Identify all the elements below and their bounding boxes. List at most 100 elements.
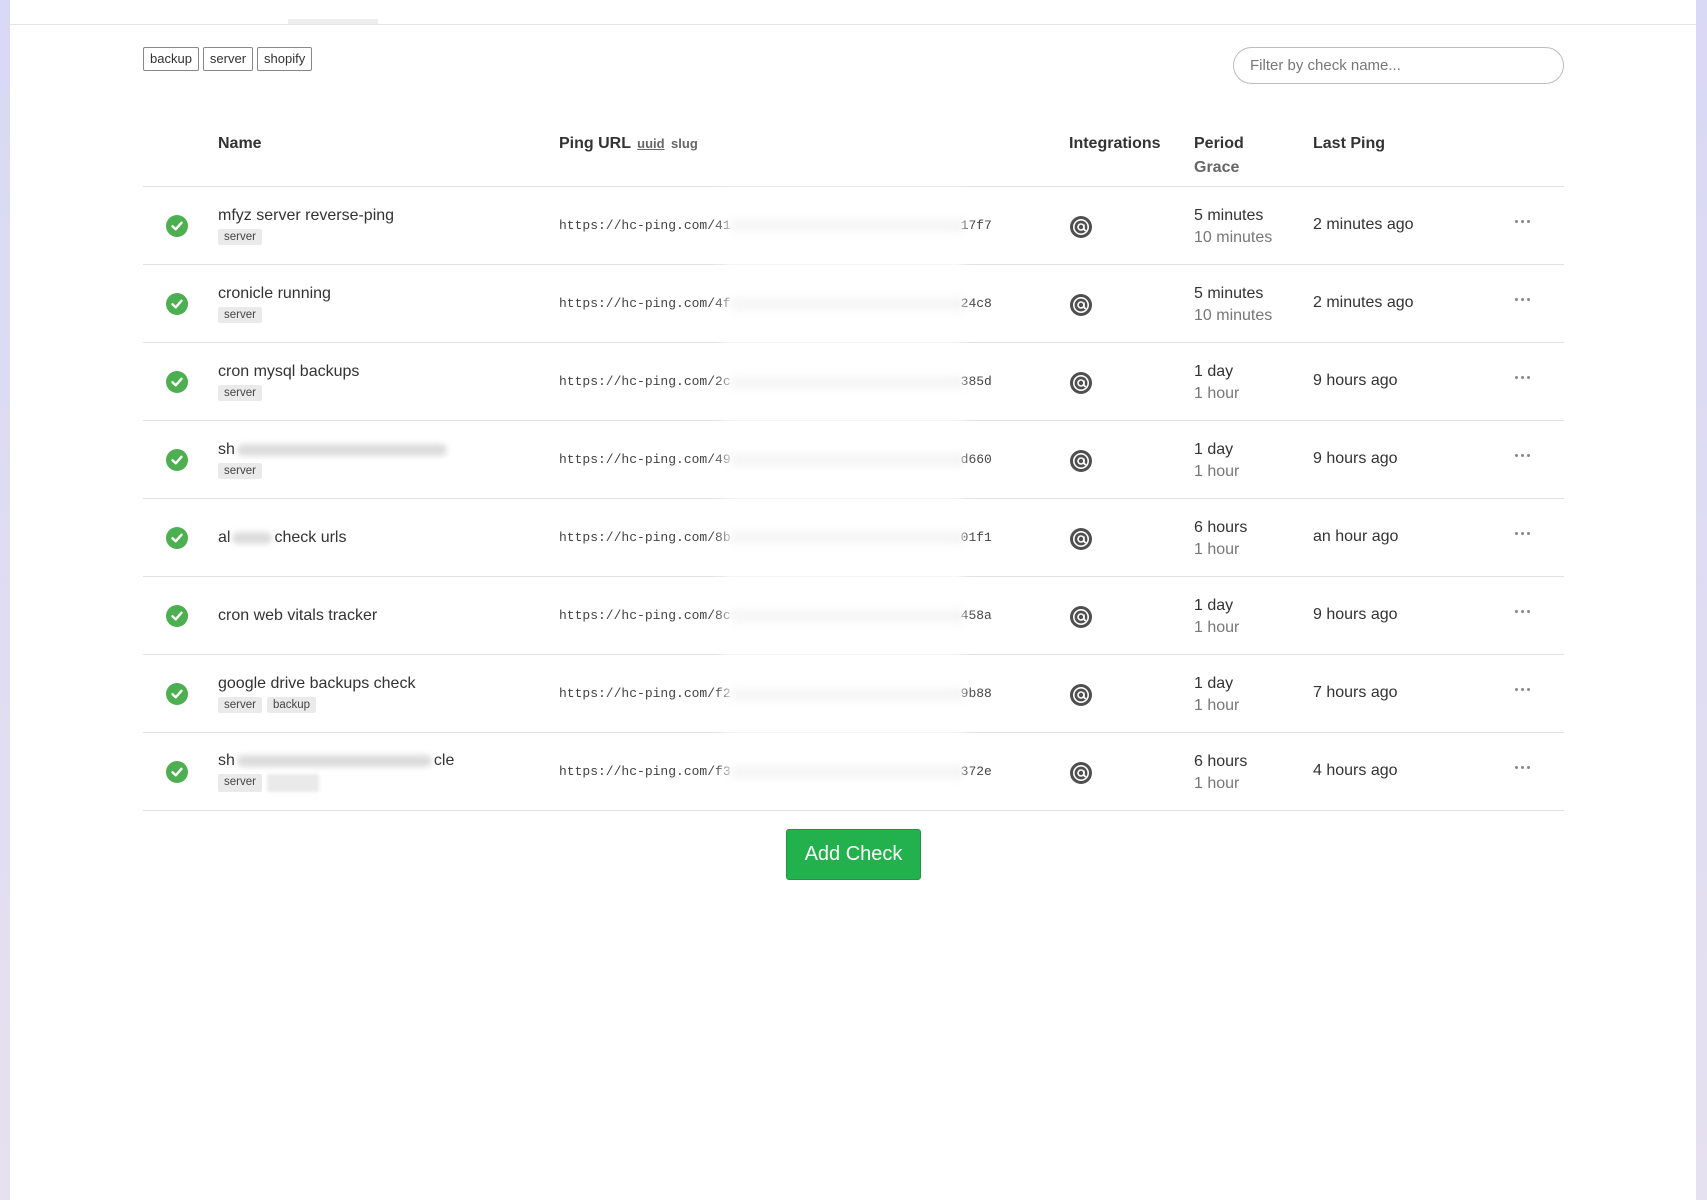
- check-tag[interactable]: server: [218, 697, 262, 713]
- at-sign-icon[interactable]: [1069, 527, 1093, 551]
- check-tag[interactable]: server: [218, 385, 262, 401]
- search-input[interactable]: [1233, 47, 1564, 84]
- at-sign-icon[interactable]: [1069, 371, 1093, 395]
- grace-value: 1 hour: [1194, 385, 1240, 402]
- check-name-start: sh: [218, 752, 235, 769]
- check-name[interactable]: sh cle: [218, 752, 454, 770]
- period-cell[interactable]: 1 day 1 hour: [1194, 361, 1239, 405]
- tag-filter-server[interactable]: server: [202, 47, 254, 71]
- at-sign-icon[interactable]: [1069, 293, 1093, 317]
- more-horizontal-icon[interactable]: [1507, 443, 1537, 467]
- ping-url[interactable]: https://hc-ping.com/4f 24c8: [559, 296, 992, 311]
- check-tag[interactable]: server: [218, 774, 262, 792]
- more-horizontal-icon[interactable]: [1507, 599, 1537, 623]
- check-name[interactable]: cronicle running: [218, 285, 331, 303]
- period-cell[interactable]: 5 minutes 10 minutes: [1194, 283, 1272, 327]
- period-value: 6 hours: [1194, 519, 1248, 536]
- check-tags: server: [218, 229, 394, 245]
- grace-value: 1 hour: [1194, 541, 1240, 558]
- add-check-button[interactable]: Add Check: [786, 829, 921, 880]
- check-name[interactable]: cron web vitals tracker: [218, 607, 377, 625]
- more-horizontal-icon[interactable]: [1507, 677, 1537, 701]
- table-row[interactable]: sh cle server https://hc-ping.com/f3 372e 6…: [143, 733, 1564, 811]
- more-horizontal-icon[interactable]: [1507, 755, 1537, 779]
- redacted-text: [232, 531, 273, 544]
- table-row[interactable]: cron web vitals tracker https://hc-ping.…: [143, 577, 1564, 655]
- ping-url-prefix: https://hc-ping.com/4f: [559, 296, 731, 311]
- active-tab-indicator: [288, 19, 378, 24]
- period-cell[interactable]: 6 hours 1 hour: [1194, 751, 1247, 795]
- ping-url-suffix: 01f1: [960, 530, 992, 545]
- period-cell[interactable]: 5 minutes 10 minutes: [1194, 205, 1272, 249]
- check-circle-icon: [166, 605, 188, 627]
- ping-url[interactable]: https://hc-ping.com/8c 458a: [559, 608, 992, 623]
- table-row[interactable]: al check urls https://hc-ping.com/8b 01f1 …: [143, 499, 1564, 577]
- check-name[interactable]: sh: [218, 441, 449, 459]
- ping-url-prefix: https://hc-ping.com/2c: [559, 374, 731, 389]
- ping-url-prefix: https://hc-ping.com/f2: [559, 686, 731, 701]
- more-horizontal-icon[interactable]: [1507, 521, 1537, 545]
- at-sign-icon[interactable]: [1069, 683, 1093, 707]
- grace-value: 10 minutes: [1194, 229, 1273, 246]
- check-circle-icon: [166, 527, 188, 549]
- ping-url[interactable]: https://hc-ping.com/f3 372e: [559, 764, 992, 779]
- check-name[interactable]: mfyz server reverse-ping: [218, 207, 394, 225]
- period-cell[interactable]: 6 hours 1 hour: [1194, 517, 1247, 561]
- ping-url[interactable]: https://hc-ping.com/41 17f7: [559, 218, 992, 233]
- last-ping: 2 minutes ago: [1313, 294, 1414, 311]
- redacted-tag: [266, 774, 319, 792]
- ping-url[interactable]: https://hc-ping.com/49 d660: [559, 452, 992, 467]
- ping-url-suffix: 17f7: [960, 218, 992, 233]
- tag-filter-shopify[interactable]: shopify: [257, 47, 313, 71]
- last-ping: 9 hours ago: [1313, 372, 1398, 389]
- name-cell: mfyz server reverse-ping server: [218, 187, 394, 265]
- ping-url-uuid-toggle[interactable]: uuid: [637, 136, 664, 151]
- check-tag[interactable]: server: [218, 229, 262, 245]
- check-name[interactable]: cron mysql backups: [218, 363, 359, 381]
- period-value: 1 day: [1194, 597, 1234, 614]
- redacted-uuid: [730, 218, 961, 233]
- header-period-label: Period: [1194, 135, 1244, 152]
- ping-url[interactable]: https://hc-ping.com/2c 385d: [559, 374, 992, 389]
- table-header: Name Ping URL uuid slug Integrations Per…: [143, 116, 1564, 187]
- period-cell[interactable]: 1 day 1 hour: [1194, 439, 1239, 483]
- check-name[interactable]: google drive backups check: [218, 675, 415, 693]
- check-name[interactable]: al check urls: [218, 529, 346, 547]
- tag-filter-backup[interactable]: backup: [143, 47, 199, 71]
- table-row[interactable]: cronicle running server https://hc-ping.c…: [143, 265, 1564, 343]
- check-tag[interactable]: backup: [266, 697, 317, 713]
- at-sign-icon[interactable]: [1069, 215, 1093, 239]
- at-sign-icon[interactable]: [1069, 449, 1093, 473]
- check-circle-icon: [166, 761, 188, 783]
- period-cell[interactable]: 1 day 1 hour: [1194, 673, 1239, 717]
- more-horizontal-icon[interactable]: [1507, 209, 1537, 233]
- main-page: backup server shopify Name Ping URL uuid…: [10, 0, 1696, 1200]
- check-tags: server: [218, 307, 331, 323]
- redacted-uuid: [730, 452, 961, 467]
- header-integrations: Integrations: [1069, 135, 1161, 152]
- more-horizontal-icon[interactable]: [1507, 287, 1537, 311]
- more-horizontal-icon[interactable]: [1507, 365, 1537, 389]
- check-name-start: al: [218, 529, 231, 546]
- ping-url-suffix: 385d: [960, 374, 992, 389]
- table-row[interactable]: cron mysql backups server https://hc-ping…: [143, 343, 1564, 421]
- at-sign-icon[interactable]: [1069, 605, 1093, 629]
- check-tag[interactable]: server: [218, 463, 262, 479]
- name-cell: al check urls: [218, 499, 346, 577]
- grace-value: 1 hour: [1194, 697, 1240, 714]
- header-ping-url: Ping URL uuid slug: [559, 135, 698, 153]
- ping-url[interactable]: https://hc-ping.com/8b 01f1: [559, 530, 992, 545]
- at-sign-icon[interactable]: [1069, 761, 1093, 785]
- check-circle-icon: [166, 683, 188, 705]
- header-period: Period Grace: [1194, 135, 1244, 177]
- grace-value: 1 hour: [1194, 463, 1240, 480]
- table-row[interactable]: sh server https://hc-ping.com/49 d660 1 da…: [143, 421, 1564, 499]
- name-cell: sh server: [218, 421, 449, 499]
- period-cell[interactable]: 1 day 1 hour: [1194, 595, 1239, 639]
- ping-url-slug-toggle[interactable]: slug: [671, 136, 698, 151]
- table-row[interactable]: google drive backups check server backup h…: [143, 655, 1564, 733]
- ping-url[interactable]: https://hc-ping.com/f2 9b88: [559, 686, 992, 701]
- table-row[interactable]: mfyz server reverse-ping server https://h…: [143, 187, 1564, 265]
- redacted-uuid: [730, 530, 961, 545]
- check-tag[interactable]: server: [218, 307, 262, 323]
